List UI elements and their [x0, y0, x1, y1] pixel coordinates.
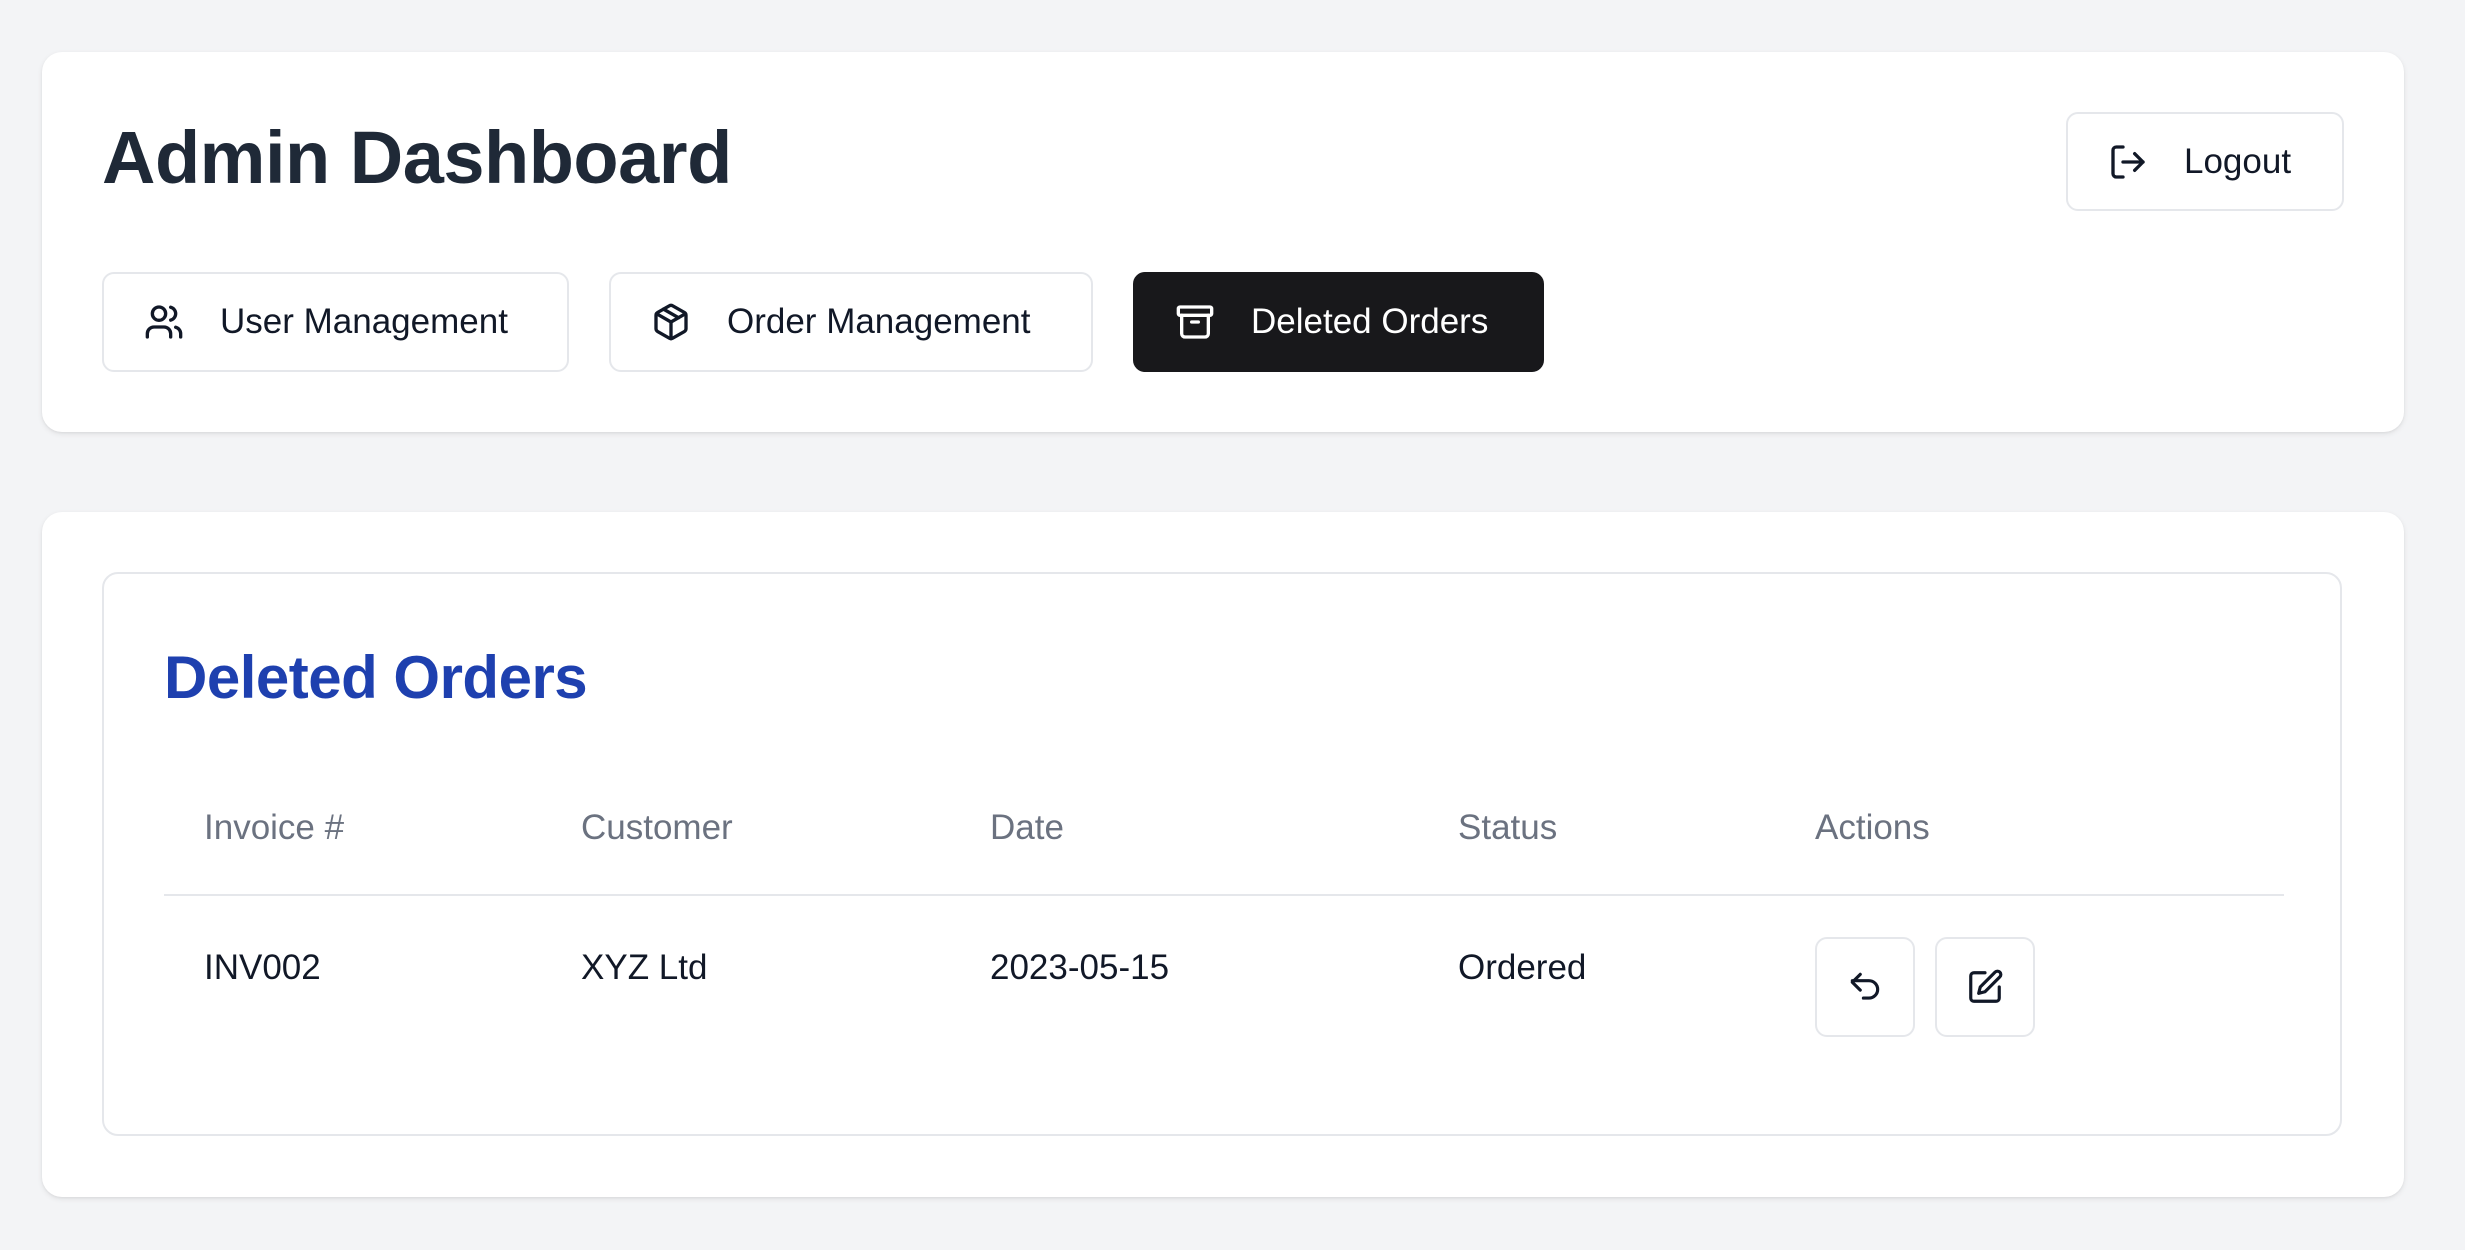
- deleted-orders-panel: Deleted Orders Invoice # Customer Date S…: [102, 572, 2342, 1136]
- column-header-date: Date: [990, 808, 1064, 847]
- restore-button[interactable]: [1815, 937, 1915, 1037]
- page-title: Admin Dashboard: [102, 116, 732, 199]
- tab-order-management[interactable]: Order Management: [609, 272, 1093, 372]
- cell-date: 2023-05-15: [990, 948, 1170, 987]
- table-header: Invoice # Customer Date Status Actions: [164, 770, 2284, 896]
- archive-icon: [1175, 302, 1215, 342]
- logout-label: Logout: [2184, 141, 2292, 181]
- users-icon: [144, 302, 184, 342]
- cell-invoice: INV002: [204, 948, 321, 987]
- edit-icon: [1969, 969, 2003, 1003]
- column-header-customer: Customer: [581, 808, 733, 847]
- cell-status: Ordered: [1458, 948, 1587, 987]
- column-header-invoice: Invoice #: [204, 808, 345, 847]
- tab-bar: User Management Order Management Deleted…: [102, 272, 1584, 372]
- tab-label: Order Management: [727, 302, 1031, 341]
- logout-button[interactable]: Logout: [2066, 112, 2344, 211]
- logout-icon: [2108, 142, 2148, 182]
- cell-customer: XYZ Ltd: [581, 948, 708, 987]
- section-title: Deleted Orders: [164, 644, 588, 711]
- edit-button[interactable]: [1935, 937, 2035, 1037]
- package-icon: [651, 302, 691, 342]
- row-actions: [1815, 937, 2035, 1037]
- main-card: Deleted Orders Invoice # Customer Date S…: [42, 512, 2404, 1197]
- column-header-actions: Actions: [1815, 808, 1930, 847]
- restore-icon: [1850, 972, 1880, 1000]
- tab-label: Deleted Orders: [1251, 302, 1489, 341]
- tab-label: User Management: [220, 302, 508, 341]
- header-card: Admin Dashboard Logout User Management O…: [42, 52, 2404, 432]
- table-row: INV002 XYZ Ltd 2023-05-15 Ordered: [164, 896, 2284, 1046]
- column-header-status: Status: [1458, 808, 1558, 847]
- deleted-orders-table: Invoice # Customer Date Status Actions I…: [164, 770, 2284, 1046]
- tab-user-management[interactable]: User Management: [102, 272, 569, 372]
- tab-deleted-orders[interactable]: Deleted Orders: [1133, 272, 1544, 372]
